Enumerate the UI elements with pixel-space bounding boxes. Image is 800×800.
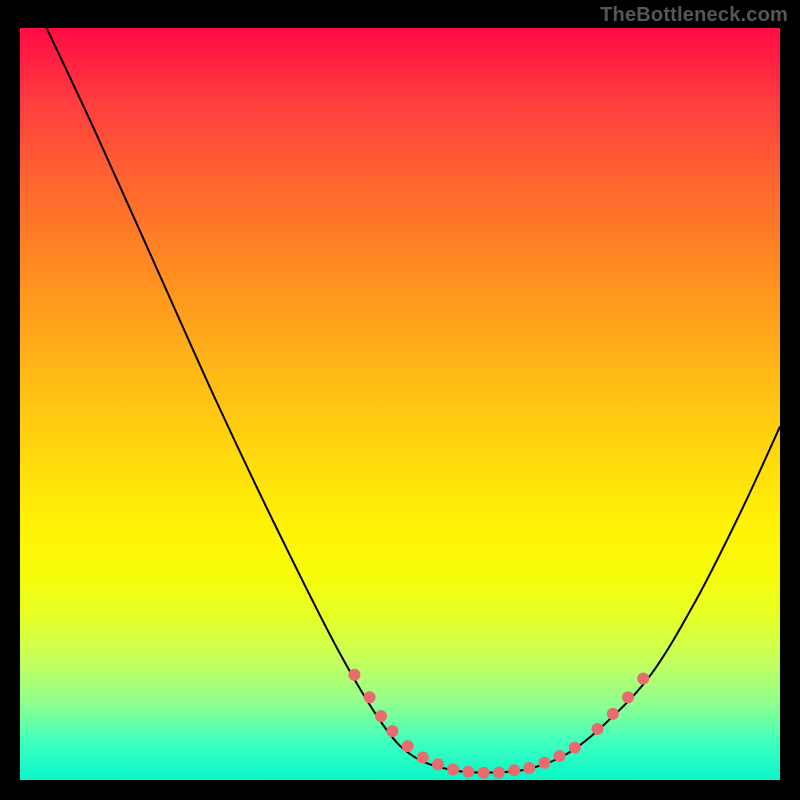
data-point bbox=[478, 767, 490, 779]
plot-area bbox=[20, 28, 780, 780]
data-point bbox=[375, 710, 387, 722]
data-point bbox=[538, 757, 550, 769]
data-point bbox=[622, 691, 634, 703]
data-point bbox=[508, 764, 520, 776]
data-point bbox=[592, 723, 604, 735]
data-point bbox=[607, 708, 619, 720]
data-point bbox=[402, 740, 414, 752]
data-point bbox=[462, 766, 474, 778]
data-point bbox=[348, 669, 360, 681]
data-point bbox=[637, 672, 649, 684]
data-point bbox=[523, 762, 535, 774]
data-point bbox=[432, 758, 444, 770]
data-point bbox=[364, 691, 376, 703]
data-point bbox=[417, 751, 429, 763]
bottleneck-curve bbox=[47, 28, 780, 773]
data-point bbox=[569, 742, 581, 754]
data-point bbox=[447, 763, 459, 775]
data-point bbox=[386, 725, 398, 737]
data-point bbox=[493, 766, 505, 778]
watermark-text: TheBottleneck.com bbox=[600, 4, 788, 27]
chart-svg bbox=[20, 28, 780, 780]
chart-frame: TheBottleneck.com bbox=[0, 0, 800, 800]
data-point bbox=[554, 750, 566, 762]
